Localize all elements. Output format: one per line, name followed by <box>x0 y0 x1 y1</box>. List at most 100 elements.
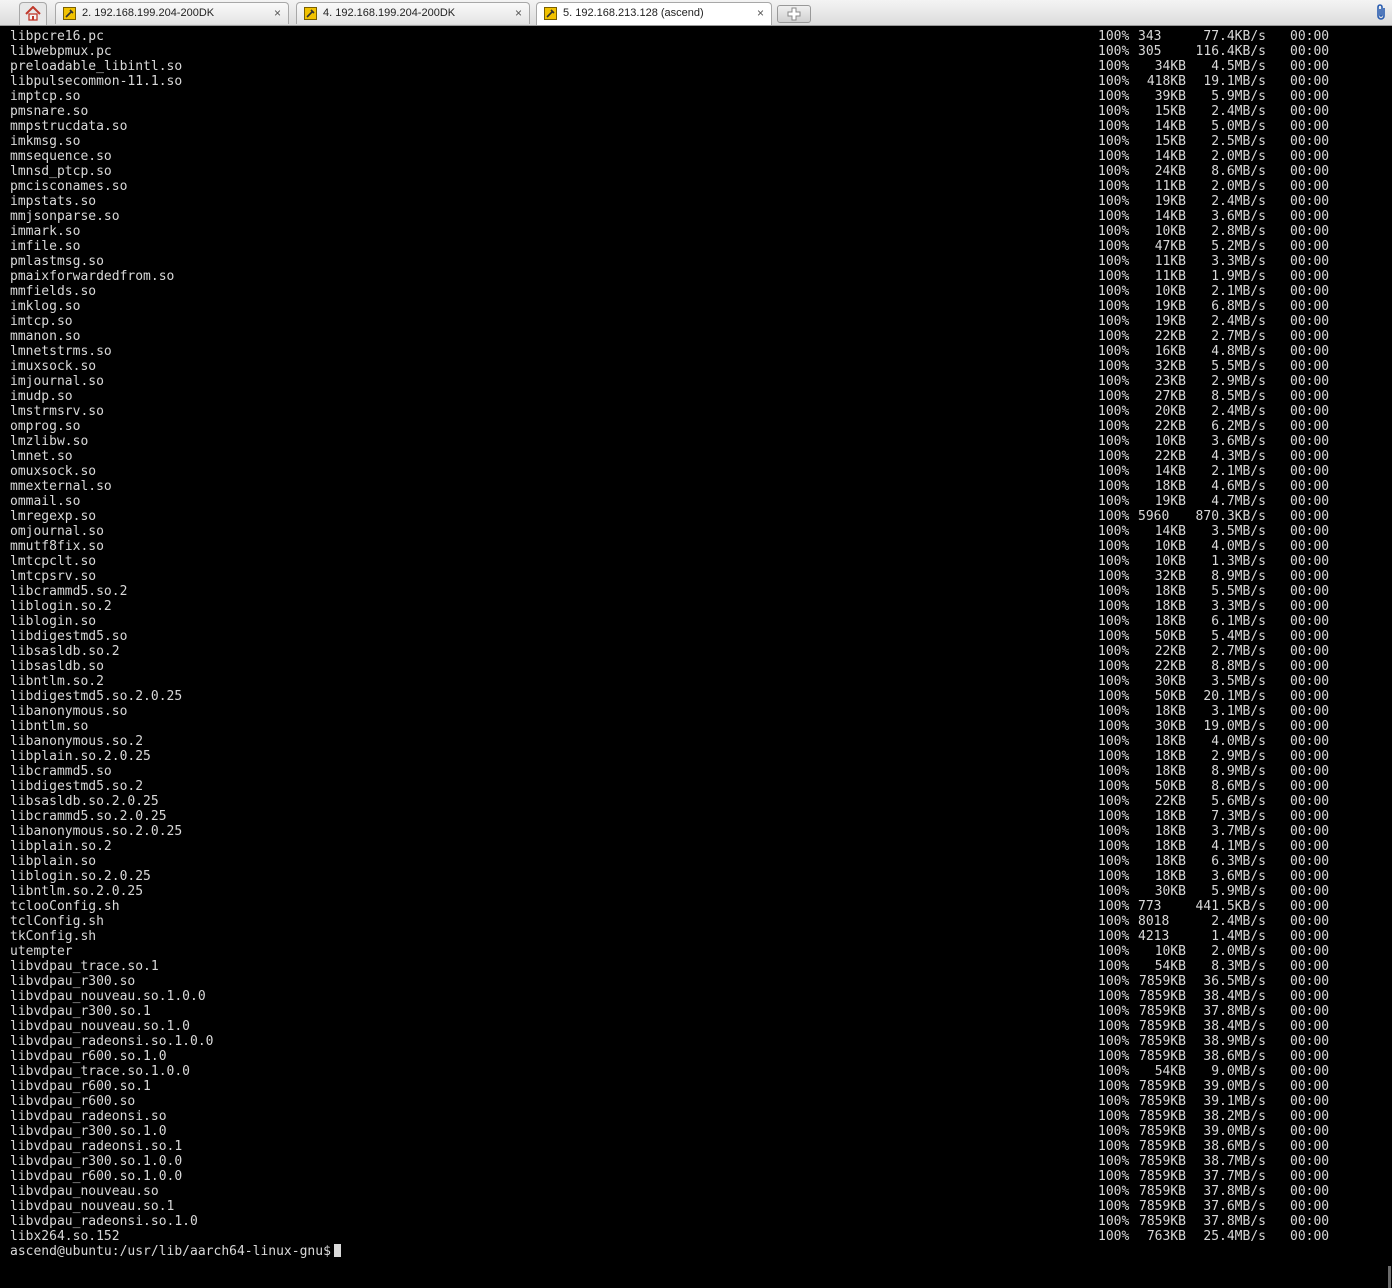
transfer-time: 00:00 <box>1290 59 1330 74</box>
file-size: 11KB <box>1154 269 1186 284</box>
transfer-time: 00:00 <box>1290 779 1330 794</box>
file-name: immark.so <box>10 224 81 239</box>
prompt-line[interactable]: ascend@ubuntu:/usr/lib/aarch64-linux-gnu… <box>10 1244 341 1259</box>
transfer-percent: 100% <box>1098 494 1130 509</box>
transfer-time: 00:00 <box>1290 989 1330 1004</box>
transfer-percent: 100% <box>1098 179 1130 194</box>
transfer-percent: 100% <box>1098 134 1130 149</box>
transfer-rate: 2.1MB/s <box>1211 464 1266 479</box>
transfer-time: 00:00 <box>1290 359 1330 374</box>
transfer-row: libdigestmd5.so.2.0.25 100% 50KB 20.1MB/s 00… <box>10 689 1380 704</box>
transfer-row: mmutf8fix.so 100% 10KB 4.0MB/s 00:00 <box>10 539 1380 554</box>
transfer-rate: 5.4MB/s <box>1211 629 1266 644</box>
transfer-percent: 100% <box>1098 629 1130 644</box>
tab-close-button[interactable]: × <box>757 6 764 20</box>
transfer-percent: 100% <box>1098 704 1130 719</box>
transfer-percent: 100% <box>1098 359 1130 374</box>
transfer-row: libvdpau_r600.so 100% 7859KB 39.1MB/s 00:00 <box>10 1094 1380 1109</box>
scrollbar[interactable] <box>1388 1266 1391 1288</box>
tab-3[interactable]: 5. 192.168.213.128 (ascend) × <box>536 2 772 25</box>
paperclip-icon[interactable] <box>1374 3 1388 25</box>
file-size: 22KB <box>1154 794 1186 809</box>
file-size: 4213 <box>1138 929 1170 944</box>
file-name: imuxsock.so <box>10 359 97 374</box>
transfer-percent: 100% <box>1098 1169 1130 1184</box>
tab-close-button[interactable]: × <box>515 6 522 20</box>
file-name: omprog.so <box>10 419 81 434</box>
file-size: 27KB <box>1154 389 1186 404</box>
file-size: 8018 <box>1138 914 1170 929</box>
transfer-time: 00:00 <box>1290 644 1330 659</box>
tab-1[interactable]: 2. 192.168.199.204-200DK × <box>55 2 289 24</box>
transfer-time: 00:00 <box>1290 674 1330 689</box>
transfer-row: libvdpau_radeonsi.so.1.0 100% 7859KB 37.8MB… <box>10 1214 1380 1229</box>
transfer-rate: 5.5MB/s <box>1211 359 1266 374</box>
transfer-percent: 100% <box>1098 764 1130 779</box>
file-name: libsasldb.so <box>10 659 104 674</box>
home-tab[interactable] <box>19 2 47 25</box>
transfer-percent: 100% <box>1098 944 1130 959</box>
transfer-row: libvdpau_nouveau.so.1.0 100% 7859KB 38.4MB/… <box>10 1019 1380 1034</box>
file-size: 7859KB <box>1139 1154 1186 1169</box>
file-size: 22KB <box>1154 449 1186 464</box>
file-size: 14KB <box>1154 149 1186 164</box>
transfer-percent: 100% <box>1098 404 1130 419</box>
transfer-rate: 2.8MB/s <box>1211 224 1266 239</box>
tab-2[interactable]: 4. 192.168.199.204-200DK × <box>296 2 530 24</box>
transfer-time: 00:00 <box>1290 494 1330 509</box>
file-name: tkConfig.sh <box>10 929 97 944</box>
transfer-rate: 6.8MB/s <box>1211 299 1266 314</box>
file-name: libsasldb.so.2.0.25 <box>10 794 159 809</box>
file-name: lmstrmsrv.so <box>10 404 104 419</box>
file-name: libplain.so <box>10 854 97 869</box>
file-name: mmanon.so <box>10 329 81 344</box>
transfer-time: 00:00 <box>1290 1049 1330 1064</box>
file-name: libvdpau_r600.so.1.0.0 <box>10 1169 183 1184</box>
file-name: lmregexp.so <box>10 509 97 524</box>
file-size: 47KB <box>1154 239 1186 254</box>
transfer-rate: 8.9MB/s <box>1211 764 1266 779</box>
transfer-rate: 20.1MB/s <box>1203 689 1266 704</box>
terminal-output[interactable]: libpcre16.pc 100% 343 77.4KB/s 00:00 libwebpm… <box>0 26 1392 1288</box>
transfer-percent: 100% <box>1098 599 1130 614</box>
file-size: 7859KB <box>1139 1184 1186 1199</box>
transfer-rate: 3.7MB/s <box>1211 824 1266 839</box>
transfer-row: pmlastmsg.so 100% 11KB 3.3MB/s 00:00 <box>10 254 1380 269</box>
file-size: 18KB <box>1154 479 1186 494</box>
transfer-rate: 5.9MB/s <box>1211 884 1266 899</box>
file-size: 16KB <box>1154 344 1186 359</box>
new-tab-button[interactable] <box>777 5 811 23</box>
file-name: libdigestmd5.so <box>10 629 128 644</box>
transfer-percent: 100% <box>1098 74 1130 89</box>
file-size: 19KB <box>1154 194 1186 209</box>
transfer-time: 00:00 <box>1290 1034 1330 1049</box>
transfer-rate: 38.7MB/s <box>1203 1154 1266 1169</box>
transfer-percent: 100% <box>1098 464 1130 479</box>
transfer-row: libvdpau_radeonsi.so.1 100% 7859KB 38.6MB/s… <box>10 1139 1380 1154</box>
transfer-row: mmpstrucdata.so 100% 14KB 5.0MB/s 00:00 <box>10 119 1380 134</box>
transfer-row: pmaixforwardedfrom.so 100% 11KB 1.9MB/s 00:0… <box>10 269 1380 284</box>
file-name: libvdpau_trace.so.1.0.0 <box>10 1064 191 1079</box>
file-name: lmnetstrms.so <box>10 344 112 359</box>
file-size: 39KB <box>1154 89 1186 104</box>
transfer-percent: 100% <box>1098 239 1130 254</box>
file-size: 32KB <box>1154 569 1186 584</box>
file-size: 11KB <box>1154 254 1186 269</box>
transfer-row: libanonymous.so.2.0.25 100% 18KB 3.7MB/s 00:… <box>10 824 1380 839</box>
transfer-row: libvdpau_r600.so.1.0.0 100% 7859KB 37.7MB/s… <box>10 1169 1380 1184</box>
transfer-rate: 38.9MB/s <box>1203 1034 1266 1049</box>
file-name: liblogin.so <box>10 614 97 629</box>
transfer-percent: 100% <box>1098 884 1130 899</box>
transfer-time: 00:00 <box>1290 89 1330 104</box>
transfer-row: libplain.so.2.0.25 100% 18KB 2.9MB/s 00:00 <box>10 749 1380 764</box>
file-size: 50KB <box>1154 779 1186 794</box>
transfer-time: 00:00 <box>1290 1139 1330 1154</box>
file-name: ommail.so <box>10 494 81 509</box>
tab-close-button[interactable]: × <box>274 6 281 20</box>
file-size: 14KB <box>1154 524 1186 539</box>
transfer-row: libvdpau_nouveau.so.1 100% 7859KB 37.6MB/s 0… <box>10 1199 1380 1214</box>
transfer-row: lmnetstrms.so 100% 16KB 4.8MB/s 00:00 <box>10 344 1380 359</box>
transfer-rate: 39.1MB/s <box>1203 1094 1266 1109</box>
transfer-rate: 39.0MB/s <box>1203 1079 1266 1094</box>
transfer-percent: 100% <box>1098 584 1130 599</box>
